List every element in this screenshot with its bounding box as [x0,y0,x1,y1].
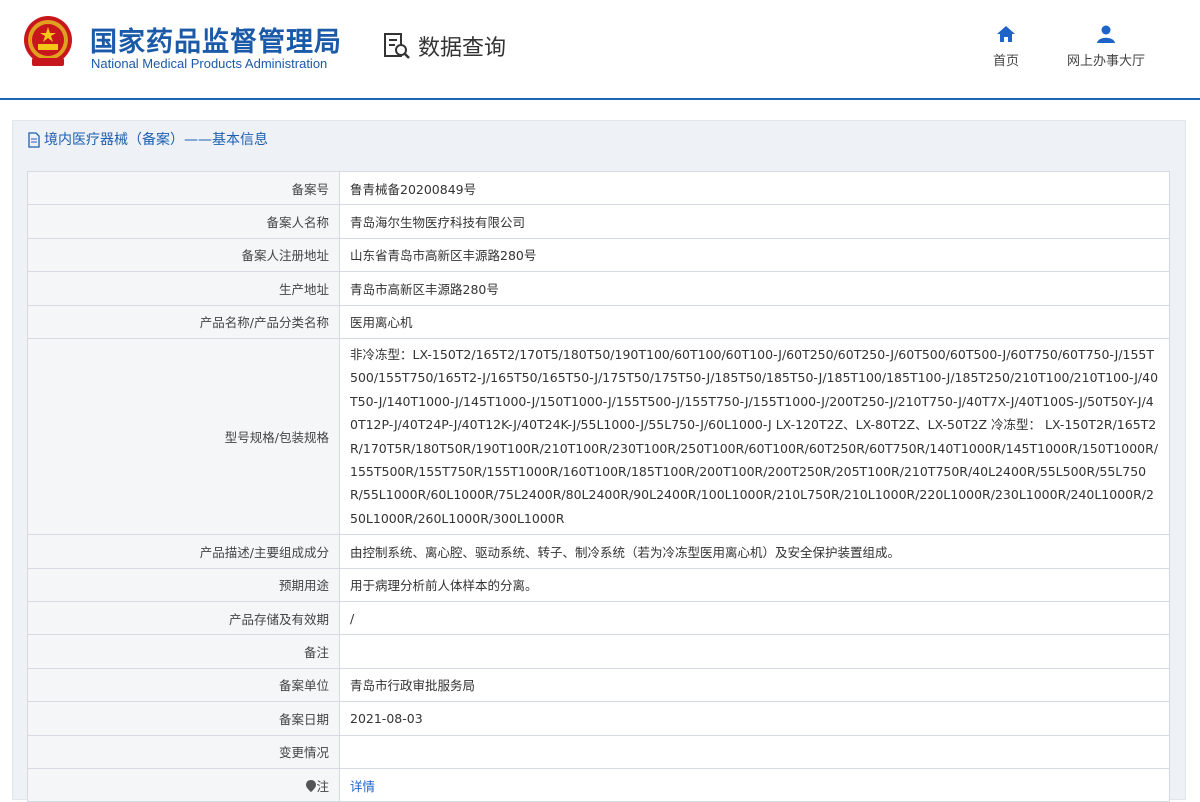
site-title: 国家药品监督管理局 [90,27,342,58]
row-label: 备案单位 [27,667,340,703]
panel-title-text: 境内医疗器械（备案）——基本信息 [44,132,268,148]
table-row: 备注 [27,634,1170,669]
row-value: 鲁青械备20200849号 [339,170,1170,206]
row-label: 备案人名称 [27,204,340,239]
row-value: 非冷冻型：LX-150T2/165T2/170T5/180T50/190T100… [339,337,1170,536]
table-row: 备案单位 青岛市行政审批服务局 [27,667,1170,703]
nav-home[interactable]: 首页 [988,24,1024,69]
row-value: 青岛市高新区丰源路280号 [339,271,1170,306]
row-label: 产品存储及有效期 [27,600,340,636]
document-search-icon [384,33,410,59]
row-value: 用于病理分析前人体样本的分离。 [339,567,1170,602]
row-label: 产品描述/主要组成成分 [27,534,340,569]
data-query-label: 数据查询 [418,36,507,61]
row-label: 型号规格/包装规格 [27,337,340,536]
table-row: 预期用途 用于病理分析前人体样本的分离。 [27,567,1170,602]
row-value: 山东省青岛市高新区丰源路280号 [339,237,1170,273]
table-row: 型号规格/包装规格 非冷冻型：LX-150T2/165T2/170T5/180T… [27,337,1170,536]
row-value [339,734,1170,769]
row-value: 由控制系统、离心腔、驱动系统、转子、制冷系统（若为冷冻型医用离心机）及安全保护装… [339,534,1170,569]
basic-info-table: 备案号 鲁青械备20200849号 备案人名称 青岛海尔生物医疗科技有限公司 备… [27,170,1170,802]
table-row: 产品名称/产品分类名称 医用离心机 [27,304,1170,339]
site-title-en: National Medical Products Administration [91,56,328,71]
table-row: 备案人注册地址 山东省青岛市高新区丰源路280号 [27,237,1170,273]
row-label: 产品名称/产品分类名称 [27,304,340,339]
panel-title: 境内医疗器械（备案）——基本信息 [13,121,1185,159]
user-icon [1097,25,1115,43]
row-value: 医用离心机 [339,304,1170,339]
nav-online-hall[interactable]: 网上办事大厅 [1058,24,1154,69]
table-row: 备案人名称 青岛海尔生物医疗科技有限公司 [27,204,1170,239]
note-value-cell: 详情 [339,767,1170,802]
row-label: 生产地址 [27,271,340,306]
table-row: 产品描述/主要组成成分 由控制系统、离心腔、驱动系统、转子、制冷系统（若为冷冻型… [27,534,1170,569]
home-icon [997,26,1015,42]
row-label: 备案号 [27,170,340,206]
row-value [339,634,1170,669]
table-row: 备案日期 2021-08-03 [27,701,1170,736]
row-value: 青岛海尔生物医疗科技有限公司 [339,204,1170,239]
document-icon [28,132,40,148]
pin-icon [306,779,317,792]
info-panel: 境内医疗器械（备案）——基本信息 备案号 鲁青械备20200849号 备案人名称… [12,120,1186,802]
table-row: 产品存储及有效期 / [27,600,1170,636]
table-row: 变更情况 [27,734,1170,769]
row-value: 青岛市行政审批服务局 [339,667,1170,703]
table-row: 注 详情 [27,767,1170,802]
national-emblem-icon [24,16,72,66]
row-label: 变更情况 [27,734,340,769]
row-value: 2021-08-03 [339,701,1170,736]
row-value: / [339,600,1170,636]
note-label-cell: 注 [27,767,340,802]
nav-online-hall-label: 网上办事大厅 [1066,54,1145,69]
row-label: 备注 [27,634,340,669]
details-link[interactable]: 详情 [350,779,375,794]
data-query-title: 数据查询 [382,30,506,62]
row-label: 注 [316,778,329,794]
row-label: 预期用途 [27,567,340,602]
table-row: 生产地址 青岛市高新区丰源路280号 [27,271,1170,306]
nav-home-label: 首页 [992,54,1019,69]
row-label: 备案人注册地址 [27,237,340,273]
row-label: 备案日期 [27,701,340,736]
site-header: 国家药品监督管理局 National Medical Products Admi… [0,0,1200,100]
table-row: 备案号 鲁青械备20200849号 [27,170,1170,206]
